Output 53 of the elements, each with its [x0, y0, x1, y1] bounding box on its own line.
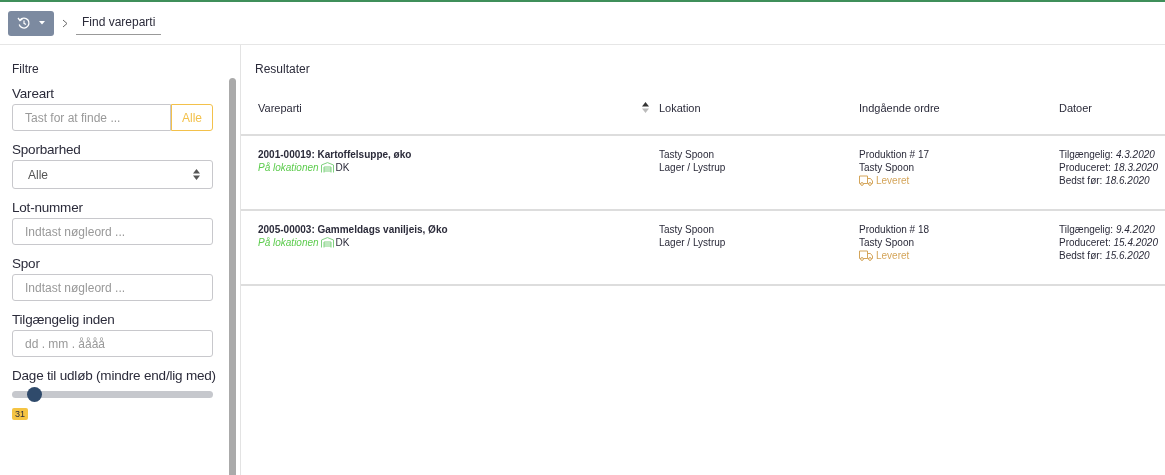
country-code: DK	[335, 236, 350, 249]
order-text: Produktion # 17	[859, 148, 931, 161]
date-line: Bedst før: 15.6.2020	[1059, 249, 1151, 262]
order-text: Tasty Spoon	[859, 236, 916, 249]
truck-icon	[859, 250, 873, 261]
history-button[interactable]	[8, 10, 54, 36]
history-icon	[17, 16, 31, 30]
date-line: Produceret: 18.3.2020	[1059, 161, 1159, 174]
breadcrumb-current[interactable]: Find vareparti	[76, 11, 162, 35]
select-field[interactable]: Alle	[12, 160, 213, 189]
field-label: Spor	[12, 256, 40, 271]
scrollbar[interactable]	[229, 78, 236, 475]
date-line: Tilgængelig: 9.4.2020	[1059, 223, 1156, 236]
field-label: Dage til udløb (mindre end/lig med)	[12, 368, 216, 383]
location-text: Lager / Lystrup	[659, 236, 727, 249]
batch-name[interactable]: 2001-00019: Kartoffelsuppe, øko	[258, 148, 659, 161]
slider-thumb[interactable]	[27, 387, 43, 402]
caret-icon	[39, 21, 45, 25]
order-text: Produktion # 18	[859, 223, 931, 236]
location-text: Tasty Spoon	[659, 223, 716, 236]
location-text: Tasty Spoon	[659, 148, 716, 161]
field-label: Sporbarhed	[12, 142, 81, 157]
search-field[interactable]: Tast for at finde ...	[12, 104, 171, 131]
warehouse-icon	[320, 162, 334, 173]
status-text: På lokationen	[258, 161, 319, 174]
sort-icon[interactable]	[642, 102, 649, 113]
value-badge: 31	[12, 408, 28, 420]
status-text: På lokationen	[258, 236, 319, 249]
sort-arrows-icon	[193, 169, 200, 180]
filters-title: Filtre	[11, 61, 40, 76]
date-line: Tilgængelig: 4.3.2020	[1059, 148, 1156, 161]
batch-name[interactable]: 2005-00003: Gammeldags vaniljeis, Øko	[258, 223, 659, 236]
column-header[interactable]: Indgående ordre	[859, 102, 940, 114]
column-header[interactable]: Lokation	[659, 102, 701, 114]
location-text: Lager / Lystrup	[659, 161, 727, 174]
input-field[interactable]: Indtast nøgleord ...	[12, 218, 213, 245]
date-line: Produceret: 15.4.2020	[1059, 236, 1159, 249]
column-header[interactable]: Vareparti	[258, 102, 302, 114]
truck-icon	[859, 175, 873, 186]
delivery-status: Leveret	[876, 174, 910, 187]
results-title: Resultater	[255, 61, 311, 78]
date-line: Bedst før: 18.6.2020	[1059, 174, 1151, 187]
input-field[interactable]: dd . mm . åååå	[12, 330, 213, 357]
field-label: Vareart	[12, 86, 54, 101]
input-field[interactable]: Indtast nøgleord ...	[12, 274, 213, 301]
country-code: DK	[335, 161, 350, 174]
delivery-status: Leveret	[876, 249, 910, 262]
order-text: Tasty Spoon	[859, 161, 916, 174]
field-label: Lot-nummer	[12, 200, 83, 215]
warehouse-icon	[320, 237, 334, 248]
column-header[interactable]: Datoer	[1059, 102, 1093, 114]
chevron-icon	[62, 18, 68, 28]
field-label: Tilgængelig inden	[12, 312, 115, 327]
